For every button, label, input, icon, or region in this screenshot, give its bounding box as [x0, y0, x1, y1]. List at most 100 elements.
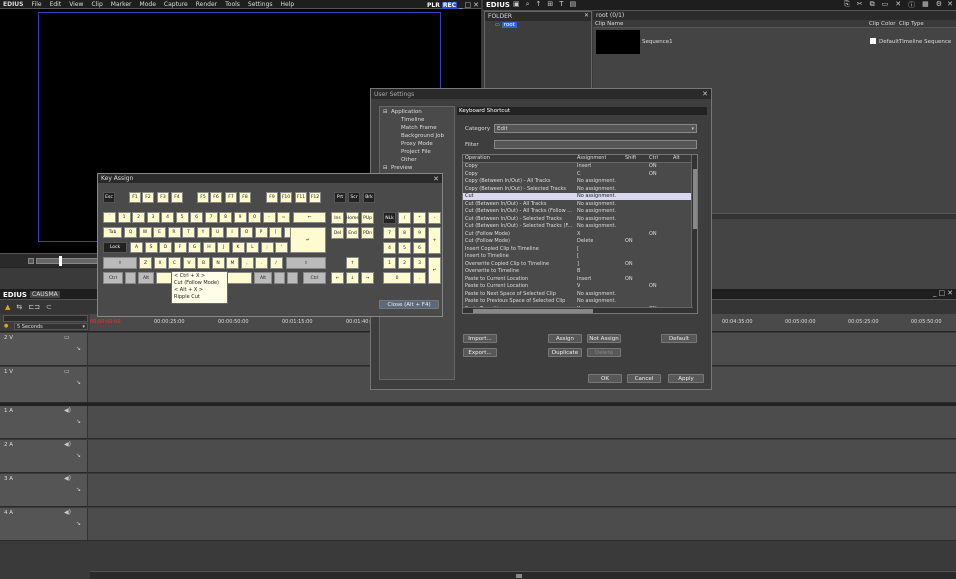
numpad-key[interactable]: 8	[398, 227, 411, 239]
number-key[interactable]: `	[103, 212, 116, 223]
letter-key[interactable]: W	[138, 227, 152, 238]
function-key[interactable]: F5	[197, 192, 209, 203]
letter-key[interactable]: D	[159, 242, 172, 253]
letter-key[interactable]: M	[226, 257, 239, 269]
letter-key[interactable]: /	[269, 257, 283, 269]
function-key[interactable]: F4	[171, 192, 183, 203]
arrow-left-key[interactable]: ←	[331, 272, 344, 284]
folder-panel-close-icon[interactable]: ✕	[584, 12, 589, 19]
letter-key[interactable]: I	[225, 227, 239, 238]
player-mode-label[interactable]: PLR	[427, 2, 440, 9]
left-ctrl-key[interactable]: Ctrl	[103, 272, 123, 284]
shortcut-row[interactable]: Copy C ON	[463, 170, 697, 178]
shortcut-vscroll-thumb[interactable]	[693, 169, 697, 229]
timeline-close-icon[interactable]: ✕	[947, 289, 953, 297]
shortcut-row[interactable]: Copy Insert ON	[463, 163, 697, 171]
col-operation[interactable]: Operation	[465, 155, 490, 161]
numpad-key[interactable]: 7	[383, 227, 396, 239]
track-sync-icon[interactable]: ↘	[76, 345, 81, 352]
track-sync-icon[interactable]: ↘	[76, 486, 81, 493]
ruler-right[interactable]: 00:04:35:00 00:05:00:00 00:05:25:00 00:05:5…	[712, 314, 956, 331]
folder-icon[interactable]: ▣	[513, 0, 520, 9]
nav-key[interactable]: PDn	[361, 227, 374, 239]
copy-icon[interactable]: ⧉	[870, 0, 875, 10]
left-alt-key[interactable]: Alt	[138, 272, 154, 284]
function-key[interactable]: Scr	[348, 192, 360, 203]
timeline-hscroll-thumb[interactable]	[516, 574, 522, 578]
shortcut-row[interactable]: Paste to Current Location V ON	[463, 283, 697, 291]
track-sync-icon[interactable]: ↘	[76, 452, 81, 459]
timeline-maximize-icon[interactable]: □	[939, 289, 946, 297]
cancel-button[interactable]: Cancel	[627, 374, 661, 383]
group-icon[interactable]: ⊏⊐	[28, 303, 40, 311]
menu-tools[interactable]: Tools	[225, 1, 240, 8]
numpad-key[interactable]: 3	[413, 257, 426, 269]
col-shift[interactable]: Shift	[625, 155, 636, 161]
numpad-key[interactable]: 9	[413, 227, 426, 239]
function-key[interactable]: F9	[266, 192, 278, 203]
tree-expand-icon[interactable]: ⊟	[383, 165, 388, 171]
video-track-icon[interactable]: ▭	[64, 368, 70, 375]
up-folder-icon[interactable]: ↑	[536, 0, 542, 9]
nav-key[interactable]: End	[346, 227, 359, 239]
number-key[interactable]: 0	[248, 212, 261, 223]
menu-help[interactable]: Help	[281, 1, 295, 8]
shortcut-row[interactable]: Copy (Between In/Out) - All Tracks No ass…	[463, 178, 697, 186]
shortcut-row[interactable]: Overwrite to Timeline B	[463, 268, 697, 276]
function-key[interactable]: Prt	[334, 192, 346, 203]
letter-key[interactable]: H	[202, 242, 216, 253]
settings-tree-item[interactable]: Proxy Mode	[383, 141, 451, 149]
numpad-key[interactable]: /	[398, 212, 411, 224]
shortcut-row[interactable]: Paste to Current Location Insert ON	[463, 275, 697, 283]
letter-key[interactable]: J	[217, 242, 230, 253]
number-key[interactable]: 8	[219, 212, 232, 223]
letter-key[interactable]: O	[240, 227, 253, 238]
timeline-minimize-icon[interactable]: _	[933, 289, 937, 297]
shortcut-hscroll-thumb[interactable]	[473, 309, 593, 313]
letter-key[interactable]: P	[254, 227, 268, 238]
col-clip-color[interactable]: Clip Color	[869, 21, 896, 27]
audio-speaker-icon[interactable]: ◀)	[64, 475, 71, 482]
track-header[interactable]: 3 A ◀) ↘	[0, 474, 88, 506]
menu-settings[interactable]: Settings	[248, 1, 273, 8]
menu-mode[interactable]: Mode	[140, 1, 156, 8]
track-1a[interactable]: 1 A ◀) ↘	[0, 406, 956, 439]
shortcut-row[interactable]: Cut (Between In/Out) - All Tracks (Follo…	[463, 208, 697, 216]
clip-row[interactable]: Sequence1 Default Timeline Sequence	[593, 28, 956, 56]
duplicate-button[interactable]: Duplicate	[548, 348, 582, 357]
numpad-key[interactable]: .	[413, 272, 426, 284]
windows-key[interactable]	[125, 272, 136, 284]
delete-icon[interactable]: ✕	[895, 0, 901, 10]
color-bar-icon[interactable]: ▤	[570, 0, 577, 9]
shortcut-row[interactable]: Cut (Follow Mode) Delete ON	[463, 238, 697, 246]
nav-key[interactable]: Ins	[331, 212, 344, 224]
numpad-enter-key[interactable]: ↵	[428, 257, 441, 284]
menu-marker[interactable]: Marker	[111, 1, 132, 8]
function-key[interactable]: F8	[239, 192, 251, 203]
enter-key[interactable]: ↵	[290, 227, 326, 253]
shortcut-row[interactable]: Insert Copied Clip to Timeline [	[463, 245, 697, 253]
settings-icon[interactable]: ⚙	[936, 0, 942, 10]
assign-button[interactable]: Assign	[548, 334, 582, 343]
function-key[interactable]: F3	[157, 192, 169, 203]
letter-key[interactable]: .	[255, 257, 268, 269]
letter-key[interactable]: U	[211, 227, 224, 238]
settings-tree-item[interactable]: Timeline	[383, 117, 451, 125]
letter-key[interactable]: A	[130, 242, 143, 253]
apply-button[interactable]: Apply	[668, 374, 704, 383]
left-shift-key[interactable]: ⇧	[103, 257, 137, 269]
track-3a[interactable]: 3 A ◀) ↘	[0, 474, 956, 507]
shortcut-table-hscroll[interactable]	[463, 307, 693, 313]
number-key[interactable]: 1	[117, 212, 131, 223]
export-button[interactable]: Export...	[463, 348, 497, 357]
settings-tree-item[interactable]: Background Job	[383, 133, 451, 141]
col-alt[interactable]: Alt	[673, 155, 680, 161]
info-icon[interactable]: ⓘ	[908, 0, 915, 10]
function-key[interactable]: Brk	[363, 192, 375, 203]
paste-icon[interactable]: ▭	[882, 0, 889, 10]
number-key[interactable]: 6	[190, 212, 203, 223]
letter-key[interactable]: V	[182, 257, 196, 269]
right-alt-key[interactable]: Alt	[254, 272, 272, 284]
right-ctrl-key[interactable]: Ctrl	[303, 272, 326, 284]
arrow-right-key[interactable]: →	[361, 272, 374, 284]
